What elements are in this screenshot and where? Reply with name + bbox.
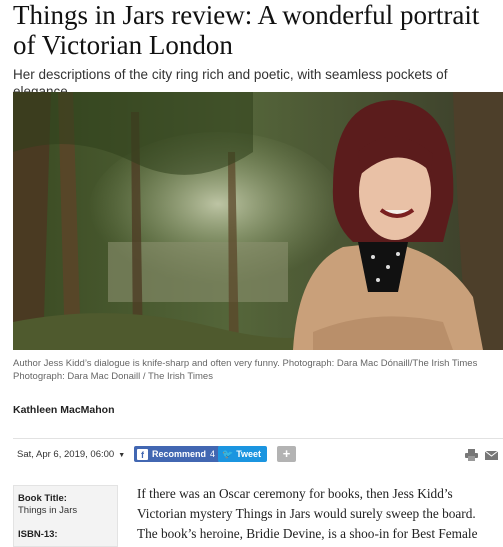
date-dropdown[interactable]: Sat, Apr 6, 2019, 06:00 ▼ xyxy=(17,449,125,460)
facebook-label: Recommend xyxy=(152,449,207,459)
print-icon[interactable] xyxy=(465,449,478,461)
tweet-button[interactable]: 🐦 Tweet xyxy=(218,446,268,462)
article-photo xyxy=(13,92,503,350)
article-body: If there was an Oscar ceremony for books… xyxy=(137,486,478,541)
author-byline[interactable]: Kathleen MacMahon xyxy=(13,404,115,416)
article-headline: Things in Jars review: A wonderful portr… xyxy=(13,0,480,60)
divider xyxy=(13,438,503,439)
twitter-icon: 🐦 xyxy=(222,449,234,459)
caption-text: Author Jess Kidd’s dialogue is knife-sha… xyxy=(13,358,478,369)
book-title-label: Book Title: xyxy=(18,493,67,504)
book-title-value: Things in Jars xyxy=(18,505,78,516)
tweet-label: Tweet xyxy=(236,449,262,459)
facebook-icon: f xyxy=(137,449,148,460)
facebook-recommend-button[interactable]: f Recommend 4 xyxy=(134,446,221,462)
share-bar: Sat, Apr 6, 2019, 06:00 ▼ f Recommend 4 🐦 Tw… xyxy=(13,444,503,466)
publish-date: Sat, Apr 6, 2019, 06:00 xyxy=(17,449,115,460)
facebook-count: 4 xyxy=(210,449,216,459)
photo-caption: Author Jess Kidd’s dialogue is knife-sha… xyxy=(13,357,503,383)
photo-credit: Photograph: Dara Mac Donaill / The Irish… xyxy=(13,371,213,382)
book-factbox: Book Title: Things in Jars ISBN-13: xyxy=(13,485,118,547)
isbn-label: ISBN-13: xyxy=(18,529,58,540)
caret-down-icon: ▼ xyxy=(118,452,126,459)
email-icon[interactable] xyxy=(485,449,498,461)
more-share-button[interactable]: + xyxy=(277,446,296,462)
